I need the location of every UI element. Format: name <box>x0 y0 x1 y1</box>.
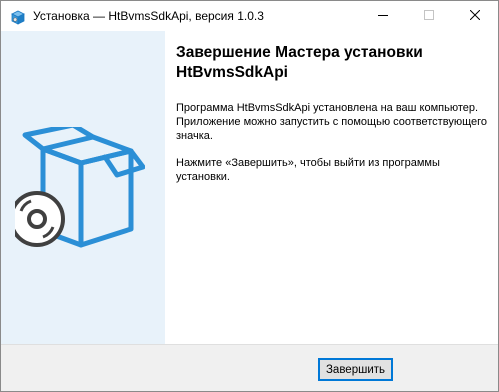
finish-button[interactable]: Завершить <box>318 358 393 381</box>
finish-instruction: Нажмите «Завершить», чтобы выйти из прог… <box>176 157 440 183</box>
close-icon <box>469 7 481 25</box>
installer-box-icon <box>10 9 26 25</box>
wizard-footer: Завершить <box>1 344 498 391</box>
page-title: Завершение Мастера установки HtBvmsSdkAp… <box>176 44 423 81</box>
installed-message: Программа HtBvmsSdkApi установлена на ва… <box>176 102 488 142</box>
close-button[interactable] <box>452 1 498 31</box>
minimize-icon <box>378 7 388 25</box>
software-box-cd-icon <box>9 122 146 262</box>
title-bar[interactable]: Установка — HtBvmsSdkApi, версия 1.0.3 <box>1 1 498 31</box>
maximize-button[interactable] <box>406 1 452 31</box>
maximize-icon <box>424 7 434 25</box>
minimize-button[interactable] <box>360 1 406 31</box>
wizard-sidebar <box>1 31 165 344</box>
window-title: Установка — HtBvmsSdkApi, версия 1.0.3 <box>33 9 264 23</box>
wizard-content: Завершение Мастера установки HtBvmsSdkAp… <box>165 31 498 344</box>
installer-window: Установка — HtBvmsSdkApi, версия 1.0.3 З… <box>0 0 499 392</box>
